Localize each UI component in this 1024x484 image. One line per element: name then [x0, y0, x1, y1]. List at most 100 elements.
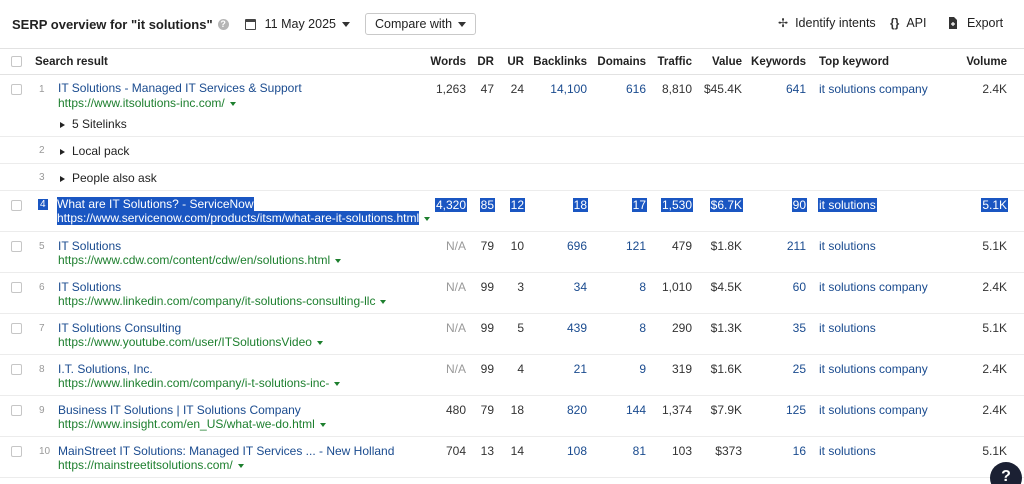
result-url[interactable]: https://www.linkedin.com/company/i-t-sol… — [58, 376, 341, 390]
result-url[interactable]: https://www.insight.com/en_US/what-we-do… — [58, 417, 326, 431]
chevron-down-icon — [237, 463, 244, 468]
expand-icon — [60, 175, 65, 182]
result-url-text: https://www.youtube.com/user/ITSolutions… — [58, 335, 312, 349]
row-checkbox[interactable] — [11, 405, 22, 416]
col-ur[interactable]: UR — [507, 56, 524, 68]
col-traffic[interactable]: Traffic — [657, 56, 692, 68]
result-url[interactable]: https://www.linkedin.com/company/it-solu… — [58, 294, 387, 308]
export-label: Export — [967, 16, 1004, 30]
backlinks-link[interactable]: 820 — [567, 403, 587, 417]
row-checkbox[interactable] — [11, 364, 22, 375]
domains-link[interactable]: 8 — [639, 321, 646, 335]
result-title-link[interactable]: I.T. Solutions, Inc. — [58, 362, 153, 376]
col-volume[interactable]: Volume — [966, 56, 1007, 68]
row-checkbox[interactable] — [11, 241, 22, 252]
result-title-link[interactable]: IT Solutions — [58, 239, 121, 253]
keywords-link[interactable]: 90 — [791, 198, 807, 212]
backlinks-link[interactable]: 18 — [572, 198, 588, 212]
top-keyword-link[interactable]: it solutions company — [819, 362, 928, 376]
row-checkbox[interactable] — [11, 200, 22, 211]
result-title-link[interactable]: IT Solutions - Managed IT Services & Sup… — [58, 81, 302, 95]
keywords-link[interactable]: 16 — [793, 444, 806, 458]
table-row: 6 IT Solutions https://www.linkedin.com/… — [0, 273, 1024, 314]
api-button[interactable]: {} API — [890, 16, 927, 30]
col-dr[interactable]: DR — [477, 56, 494, 68]
traffic-value: 1,374 — [661, 403, 692, 417]
domains-link[interactable]: 8 — [639, 280, 646, 294]
backlinks-link[interactable]: 696 — [567, 239, 587, 253]
result-title-link[interactable]: IT Solutions — [58, 280, 121, 294]
export-button[interactable]: Export — [948, 16, 1003, 30]
value-amount: $1.3K — [710, 321, 742, 335]
col-top-keyword[interactable]: Top keyword — [819, 56, 889, 68]
col-value[interactable]: Value — [712, 56, 742, 68]
table-row: 7 IT Solutions Consulting https://www.yo… — [0, 314, 1024, 355]
api-label: API — [906, 16, 927, 30]
domains-link[interactable]: 121 — [626, 239, 646, 253]
sitelinks-label: 5 Sitelinks — [72, 117, 127, 131]
col-search-result[interactable]: Search result — [35, 56, 108, 68]
words-value: 4,320 — [434, 198, 467, 212]
value-amount: $6.7K — [709, 198, 743, 212]
domains-link[interactable]: 81 — [633, 444, 646, 458]
volume-value: 2.4K — [982, 82, 1007, 96]
compare-with-dropdown[interactable]: Compare with — [365, 13, 477, 35]
domains-link[interactable]: 144 — [626, 403, 646, 417]
ur-value: 3 — [517, 280, 524, 294]
top-keyword-link[interactable]: it solutions company — [819, 403, 928, 417]
traffic-value: 1,530 — [660, 198, 693, 212]
top-keyword-link[interactable]: it solutions — [819, 239, 876, 253]
keywords-link[interactable]: 25 — [793, 362, 806, 376]
chevron-down-icon — [334, 381, 341, 386]
result-url[interactable]: https://www.servicenow.com/products/itsm… — [57, 211, 431, 225]
result-url[interactable]: https://mainstreetitsolutions.com/ — [58, 458, 244, 472]
top-keyword-link[interactable]: it solutions — [819, 444, 876, 458]
col-keywords[interactable]: Keywords — [751, 56, 806, 68]
top-keyword-link[interactable]: it solutions company — [819, 82, 928, 96]
col-backlinks[interactable]: Backlinks — [533, 56, 587, 68]
result-url-text: https://www.insight.com/en_US/what-we-do… — [58, 417, 315, 431]
page-title: SERP overview for "it solutions" — [12, 16, 213, 32]
result-url[interactable]: https://www.itsolutions-inc.com/ — [58, 96, 236, 110]
result-title-link[interactable]: IT Solutions Consulting — [58, 321, 181, 335]
top-keyword-link[interactable]: it solutions company — [819, 280, 928, 294]
keywords-link[interactable]: 641 — [786, 82, 806, 96]
keywords-link[interactable]: 60 — [793, 280, 806, 294]
volume-value: 5.1K — [982, 321, 1007, 335]
people-also-ask-toggle[interactable]: People also ask — [60, 171, 157, 185]
row-number: 8 — [39, 364, 45, 375]
col-words[interactable]: Words — [430, 56, 466, 68]
keywords-link[interactable]: 35 — [793, 321, 806, 335]
domains-link[interactable]: 9 — [639, 362, 646, 376]
domains-link[interactable]: 17 — [631, 198, 647, 212]
row-checkbox[interactable] — [11, 84, 22, 95]
col-domains[interactable]: Domains — [597, 56, 646, 68]
row-checkbox[interactable] — [11, 323, 22, 334]
domains-link[interactable]: 616 — [626, 82, 646, 96]
backlinks-link[interactable]: 34 — [574, 280, 587, 294]
result-url[interactable]: https://www.cdw.com/content/cdw/en/solut… — [58, 253, 342, 267]
select-all-checkbox[interactable] — [11, 56, 22, 67]
backlinks-link[interactable]: 108 — [567, 444, 587, 458]
backlinks-link[interactable]: 14,100 — [550, 82, 587, 96]
result-title-link[interactable]: Business IT Solutions | IT Solutions Com… — [58, 403, 301, 417]
identify-intents-label: Identify intents — [795, 16, 876, 30]
backlinks-link[interactable]: 21 — [574, 362, 587, 376]
top-keyword-link[interactable]: it solutions — [818, 198, 877, 212]
identify-intents-button[interactable]: ✢ Identify intents — [778, 16, 876, 30]
sitelinks-toggle[interactable]: 5 Sitelinks — [60, 117, 127, 131]
row-checkbox[interactable] — [11, 282, 22, 293]
date-picker[interactable]: 11 May 2025 — [244, 17, 350, 31]
keywords-link[interactable]: 125 — [786, 403, 806, 417]
result-url[interactable]: https://www.youtube.com/user/ITSolutions… — [58, 335, 323, 349]
help-icon[interactable]: ? — [217, 18, 229, 30]
row-checkbox[interactable] — [11, 446, 22, 457]
traffic-value: 319 — [671, 362, 692, 376]
local-pack-toggle[interactable]: Local pack — [60, 144, 129, 158]
top-keyword-link[interactable]: it solutions — [819, 321, 876, 335]
keywords-link[interactable]: 211 — [787, 239, 806, 253]
result-title-link[interactable]: What are IT Solutions? - ServiceNow — [57, 197, 254, 211]
backlinks-link[interactable]: 439 — [567, 321, 587, 335]
chevron-down-icon — [342, 21, 350, 27]
result-title-link[interactable]: MainStreet IT Solutions: Managed IT Serv… — [58, 444, 394, 458]
